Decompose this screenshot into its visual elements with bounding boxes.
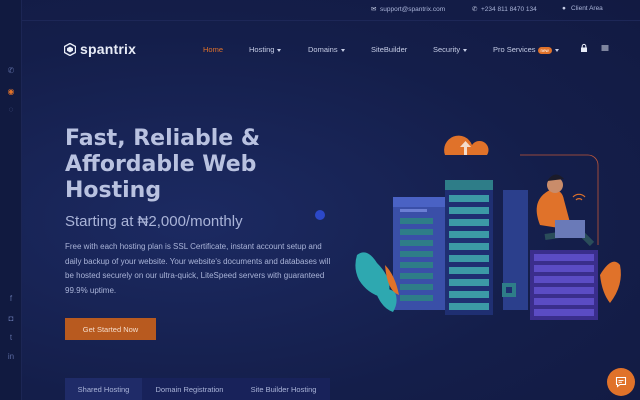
facebook-icon[interactable]: f bbox=[6, 294, 16, 304]
phone-link[interactable]: ✆ +234 811 8470 134 bbox=[472, 5, 537, 13]
hero-title: Fast, Reliable & Affordable Web Hosting bbox=[65, 126, 261, 203]
nav-security[interactable]: Security bbox=[433, 45, 468, 54]
twitter-icon[interactable]: t bbox=[6, 333, 16, 343]
left-social-rail: ✆ ◉ ◌ f ◘ t in bbox=[0, 0, 22, 400]
logo-hexagon-icon bbox=[64, 42, 76, 56]
client-area-link[interactable]: ● Client Area bbox=[562, 5, 603, 12]
menu-icon[interactable] bbox=[600, 43, 610, 53]
main-navbar: spantrix Home Hosting Domains SiteBuilde… bbox=[22, 20, 640, 76]
tab-domain-registration[interactable]: Domain Registration bbox=[142, 378, 237, 400]
hosting-server-illustration bbox=[355, 135, 621, 320]
get-started-button[interactable]: Get Started Now bbox=[65, 318, 156, 340]
chat-bubble-icon bbox=[615, 376, 627, 388]
mail-icon: ✉ bbox=[371, 6, 377, 13]
lock-icon[interactable] bbox=[579, 43, 589, 53]
tab-site-builder-hosting[interactable]: Site Builder Hosting bbox=[237, 378, 330, 400]
nav-hosting[interactable]: Hosting bbox=[249, 45, 282, 54]
chevron-down-icon bbox=[554, 48, 559, 52]
phone-icon[interactable]: ✆ bbox=[6, 66, 16, 76]
chat-widget-button[interactable] bbox=[607, 368, 635, 396]
nav-sitebuilder[interactable]: SiteBuilder bbox=[371, 45, 407, 54]
hosting-tabs: Shared Hosting Domain Registration Site … bbox=[65, 378, 330, 400]
nav-pro-services[interactable]: Pro Services new bbox=[493, 45, 559, 54]
decorative-dot bbox=[315, 210, 325, 220]
brand-name: spantrix bbox=[80, 41, 137, 57]
chevron-down-icon bbox=[463, 48, 468, 52]
hero-price-subtitle: Starting at ₦2,000/monthly bbox=[65, 213, 243, 230]
nav-domains[interactable]: Domains bbox=[308, 45, 345, 54]
phone-icon: ✆ bbox=[472, 6, 478, 13]
chat-icon[interactable]: ◌ bbox=[6, 105, 16, 115]
nav-home[interactable]: Home bbox=[203, 45, 223, 54]
chevron-down-icon bbox=[340, 48, 345, 52]
instagram-icon[interactable]: ◘ bbox=[6, 314, 16, 324]
new-badge: new bbox=[537, 46, 552, 54]
target-icon[interactable]: ◉ bbox=[6, 87, 16, 97]
chevron-down-icon bbox=[277, 48, 282, 52]
user-icon: ● bbox=[562, 5, 566, 12]
hero-description: Free with each hosting plan is SSL Certi… bbox=[65, 242, 331, 295]
linkedin-icon[interactable]: in bbox=[6, 352, 16, 362]
brand-logo[interactable]: spantrix bbox=[64, 41, 136, 57]
top-contact-bar: ✉ support@spantrix.com ✆ +234 811 8470 134… bbox=[22, 0, 640, 20]
tab-shared-hosting[interactable]: Shared Hosting bbox=[65, 378, 142, 400]
support-email-link[interactable]: ✉ support@spantrix.com bbox=[371, 5, 445, 13]
